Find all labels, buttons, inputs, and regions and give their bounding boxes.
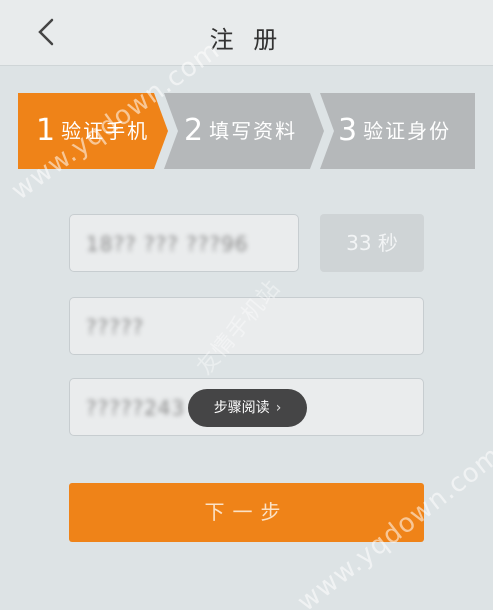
header-bar: 注 册 — [0, 0, 493, 66]
phone-value: 18?? ??? ???96 — [86, 232, 249, 256]
resend-code-countdown-button[interactable]: 33 秒 — [320, 214, 424, 272]
code-value: ????? — [86, 315, 145, 339]
phone-input[interactable]: 18?? ??? ???96 — [69, 214, 299, 272]
tooltip-label: 步骤阅读 — [213, 400, 270, 416]
step-reading-tooltip[interactable]: 步骤阅读 › — [188, 389, 307, 427]
password-value: ?????243 — [86, 396, 186, 420]
chevron-right-icon: › — [275, 400, 282, 416]
step-2-label: 填写资料 — [209, 119, 298, 143]
page-title: 注 册 — [209, 26, 284, 54]
step-3: 3 验证身份 — [338, 93, 475, 169]
step-3-label: 验证身份 — [363, 119, 452, 143]
step-2-number: 2 — [184, 113, 204, 148]
step-2: 2 填写资料 — [184, 93, 297, 169]
step-1-number: 1 — [36, 113, 56, 148]
step-3-number: 3 — [338, 113, 358, 148]
